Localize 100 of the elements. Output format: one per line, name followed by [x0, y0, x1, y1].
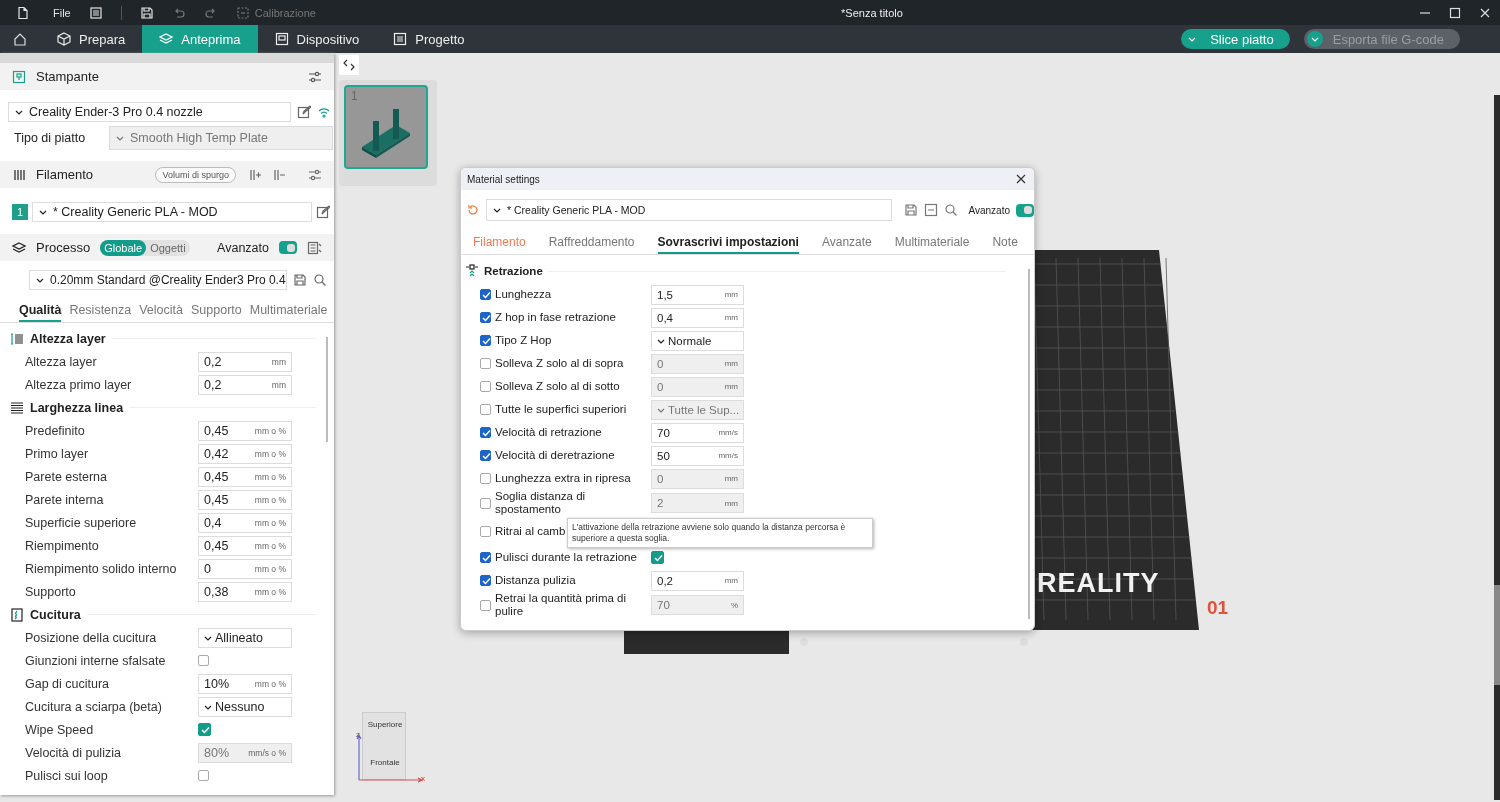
compare-icon[interactable] [307, 240, 322, 255]
toggle-switch[interactable] [279, 241, 297, 254]
home-icon[interactable] [13, 32, 27, 46]
document-icon[interactable] [88, 5, 103, 20]
file-menu[interactable]: File [16, 5, 71, 20]
unit-label: mm/s [718, 428, 738, 437]
remove-filament-icon[interactable] [272, 167, 286, 182]
checkbox[interactable] [198, 655, 209, 666]
input-field[interactable]: 0,2 mm [198, 351, 292, 372]
filament-dropdown[interactable]: * Creality Generic PLA - MOD [486, 199, 893, 221]
input-field[interactable]: 0,42 mm o % [198, 443, 292, 464]
dropdown[interactable]: Nessuno [198, 696, 292, 717]
nav-tab[interactable]: Dispositivo [257, 25, 377, 53]
unit-label: mm o % [254, 540, 286, 551]
plate-type-dropdown[interactable]: Smooth High Temp Plate [109, 126, 333, 150]
search-icon[interactable] [313, 273, 327, 287]
input-field[interactable]: 1,5 mm [651, 284, 744, 305]
bed-model-number: 01 [1207, 597, 1229, 619]
scope-tab[interactable]: Oggetti [146, 239, 190, 256]
scrollbar-thumb[interactable] [1494, 585, 1500, 685]
dropdown[interactable]: Allineato [198, 627, 292, 648]
nav-tab[interactable]: Prepara [40, 25, 143, 53]
settings-tab[interactable]: Raffreddamento [548, 235, 635, 254]
maximize-icon[interactable] [1448, 5, 1462, 20]
checkbox[interactable] [480, 575, 491, 586]
input-field[interactable]: 0,2 mm [651, 570, 744, 591]
collapse-button[interactable] [339, 55, 359, 75]
unit-label: mm/s o % [248, 747, 286, 758]
settings-tab[interactable]: Qualità [19, 303, 62, 322]
checkbox[interactable] [198, 770, 209, 781]
input-field[interactable]: 0,4 mm [651, 307, 744, 328]
setting-label: Giunzioni interne sfalsate [25, 653, 167, 668]
chevrons-icon [342, 58, 356, 72]
settings-tab[interactable]: Multimateriale [249, 303, 328, 322]
scrollbar[interactable] [326, 337, 328, 442]
input-field[interactable]: 0,45 mm o % [198, 420, 292, 441]
checkbox[interactable] [651, 551, 664, 564]
printer-dropdown[interactable]: Creality Ender-3 Pro 0.4 nozzle [8, 102, 291, 122]
dialog-title: Material settings [467, 173, 541, 185]
unit-label: mm/s [718, 451, 738, 460]
input-field[interactable]: 0,45 mm o % [198, 489, 292, 510]
scrollbar[interactable] [1028, 269, 1030, 619]
checkbox[interactable] [480, 427, 491, 438]
input-field[interactable]: 0,4 mm o % [198, 512, 292, 533]
settings-icon[interactable] [308, 167, 322, 182]
settings-tab[interactable]: Note [992, 235, 1018, 254]
edit-icon[interactable] [297, 105, 311, 119]
add-filament-icon[interactable] [248, 167, 262, 182]
search-icon[interactable] [944, 203, 959, 217]
setting-label: Riempimento [25, 538, 100, 553]
nav-tab[interactable]: Progetto [376, 25, 482, 53]
edit-icon[interactable] [316, 205, 330, 219]
checkbox[interactable] [480, 289, 491, 300]
unit-label: mm [724, 382, 738, 391]
toggle-switch[interactable] [1016, 203, 1034, 217]
input-field[interactable]: 0,45 mm o % [198, 535, 292, 556]
settings-icon[interactable] [308, 69, 322, 84]
checkbox[interactable] [480, 552, 491, 563]
save-icon[interactable] [293, 273, 307, 287]
view-cube[interactable] [362, 712, 406, 780]
save-icon[interactable] [139, 5, 154, 20]
tooltip: L'attivazione della retrazione avviene solo quando la distanza percorsa è superiore a questa soglia. [567, 518, 873, 548]
section-title: Retrazione [484, 265, 543, 277]
filament-dropdown[interactable]: * Creality Generic PLA - MOD [32, 202, 312, 222]
input-field[interactable]: 50 mm/s [651, 445, 744, 466]
unit-label: mm o % [254, 586, 286, 597]
reset-icon[interactable] [466, 203, 480, 217]
minus-icon[interactable] [924, 203, 939, 217]
input-field[interactable]: 0,2 mm [198, 374, 292, 395]
input-field[interactable]: 70 mm/s [651, 422, 744, 443]
input-field[interactable]: 0 mm o % [198, 558, 292, 579]
settings-tab[interactable]: Avanzate [821, 235, 872, 254]
checkbox[interactable] [480, 335, 491, 346]
input-field[interactable]: 10% mm o % [198, 673, 292, 694]
input-field[interactable]: 0,45 mm o % [198, 466, 292, 487]
setting-label: Pulisci sui loop [25, 768, 109, 783]
settings-tab[interactable]: Multimateriale [894, 235, 970, 254]
settings-tab[interactable]: Resistenza [69, 303, 132, 322]
calibration-menu[interactable]: Calibrazione [235, 5, 316, 20]
settings-tab[interactable]: Supporto [191, 303, 242, 322]
calibration-icon [235, 5, 250, 20]
settings-tab[interactable]: Sovrascrivi impostazioni [657, 235, 799, 254]
checkbox[interactable] [480, 450, 491, 461]
setting-label: Solleva Z solo al di sotto [495, 380, 620, 393]
setting-label: Pulisci durante la retrazione [495, 551, 637, 564]
process-dropdown[interactable]: 0.20mm Standard @Creality Ender3 Pro 0.4 [29, 270, 287, 290]
unit-label: mm [724, 359, 738, 368]
lines-icon [10, 400, 24, 415]
setting-label: Wipe Speed [25, 722, 95, 737]
settings-tab[interactable]: Velocità [139, 303, 183, 322]
checkbox[interactable] [480, 312, 491, 323]
dropdown[interactable]: Normale [651, 330, 744, 351]
unit-label: mm o % [254, 678, 286, 689]
setting-label: Supporto [25, 584, 77, 599]
checkbox[interactable] [198, 723, 211, 736]
input-field[interactable]: 0,38 mm o % [198, 581, 292, 602]
wifi-icon[interactable] [317, 105, 331, 119]
purge-volumes-button[interactable]: Volumi di spurgo [155, 166, 236, 183]
checkbox[interactable] [480, 525, 491, 537]
setting-label: Ritrai al camb [495, 524, 566, 538]
